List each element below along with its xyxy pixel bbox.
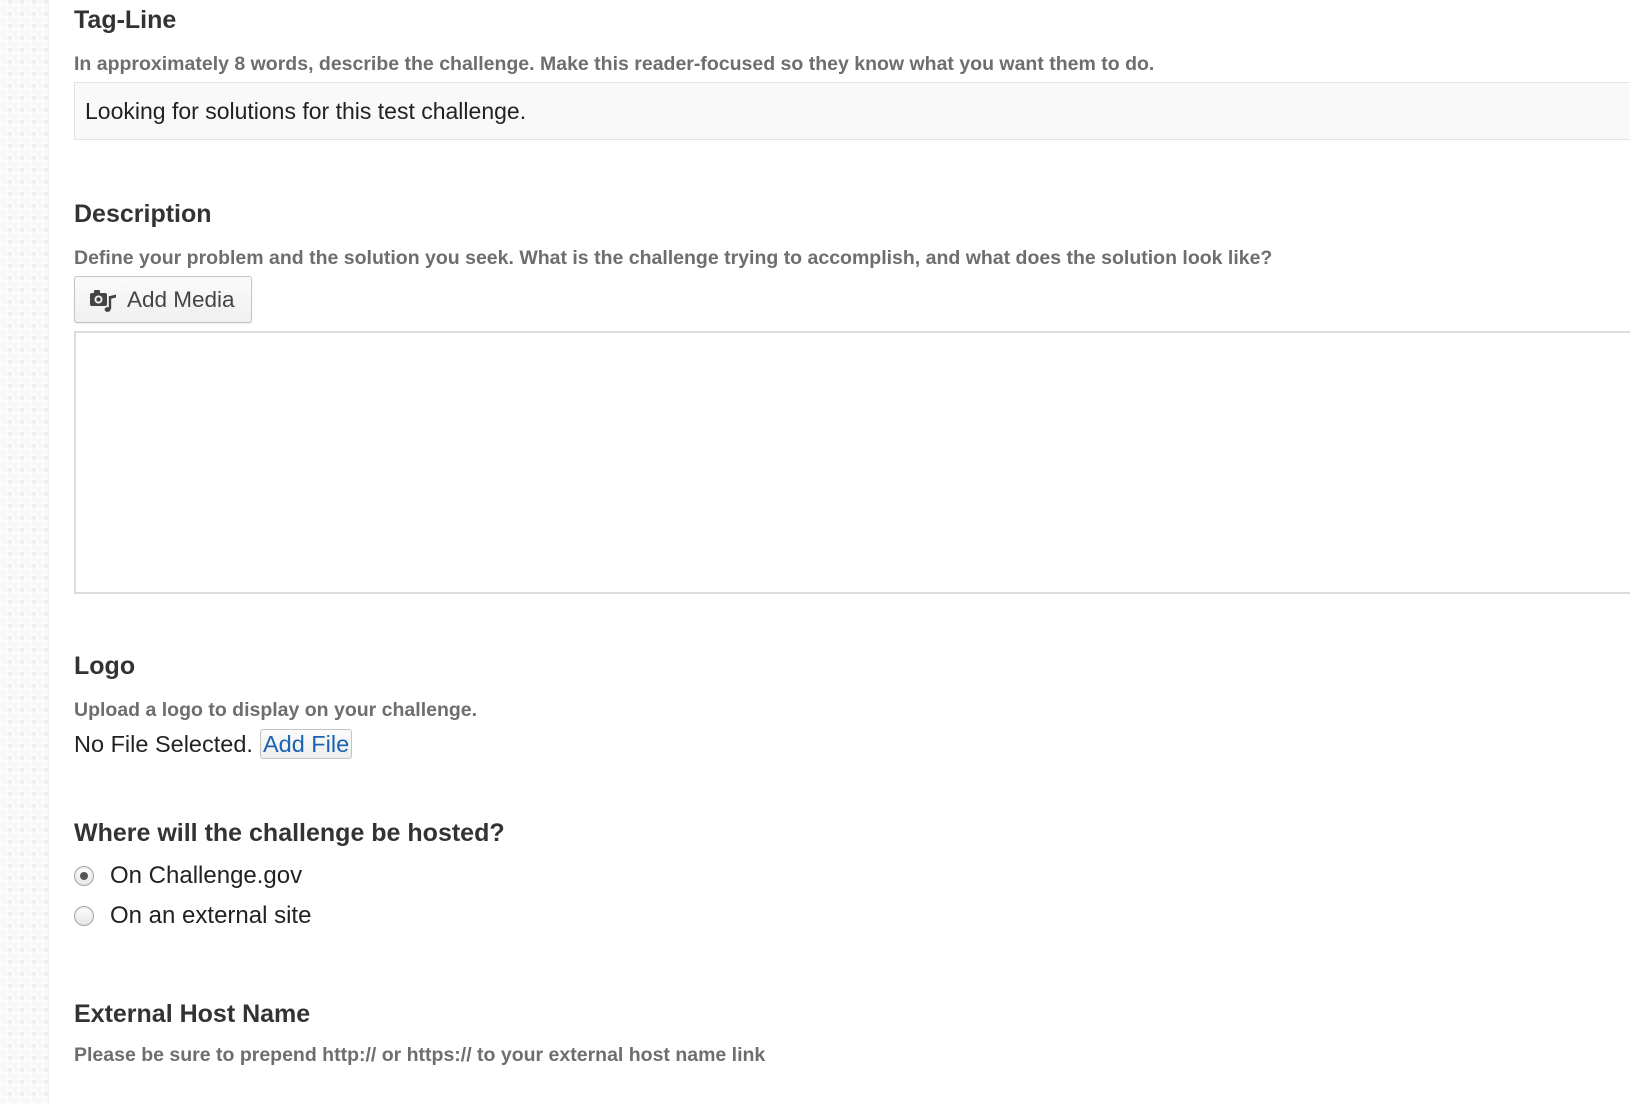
radio-label: On Challenge.gov: [110, 862, 303, 889]
external-host-heading: External Host Name: [74, 1000, 311, 1028]
description-heading: Description: [74, 200, 212, 228]
description-help-text: Define your problem and the solution you…: [74, 247, 1273, 269]
external-host-help-text: Please be sure to prepend http:// or htt…: [74, 1044, 766, 1066]
add-media-button[interactable]: Add Media: [74, 276, 252, 323]
challenge-form: Tag-Line In approximately 8 words, descr…: [74, 0, 1630, 1104]
tagline-heading: Tag-Line: [74, 6, 177, 34]
hosting-heading: Where will the challenge be hosted?: [74, 819, 505, 847]
tagline-input[interactable]: [74, 82, 1630, 140]
media-icon: [90, 289, 116, 312]
tagline-help-text: In approximately 8 words, describe the c…: [74, 53, 1155, 75]
page-background-strip: [0, 0, 49, 1104]
radio-button[interactable]: [74, 906, 94, 926]
logo-heading: Logo: [74, 652, 136, 680]
logo-help-text: Upload a logo to display on your challen…: [74, 699, 478, 721]
description-textarea[interactable]: [74, 331, 1630, 594]
radio-option-external-site[interactable]: On an external site: [74, 900, 311, 932]
radio-button[interactable]: [74, 866, 94, 886]
radio-label: On an external site: [110, 902, 312, 929]
add-file-button[interactable]: Add File: [259, 729, 353, 759]
add-media-label: Add Media: [127, 286, 235, 312]
file-status-text: No File Selected.: [74, 730, 253, 757]
add-file-label: Add File: [262, 730, 350, 757]
logo-file-row: No File Selected. Add File: [74, 728, 353, 760]
radio-option-challenge-gov[interactable]: On Challenge.gov: [74, 860, 302, 892]
